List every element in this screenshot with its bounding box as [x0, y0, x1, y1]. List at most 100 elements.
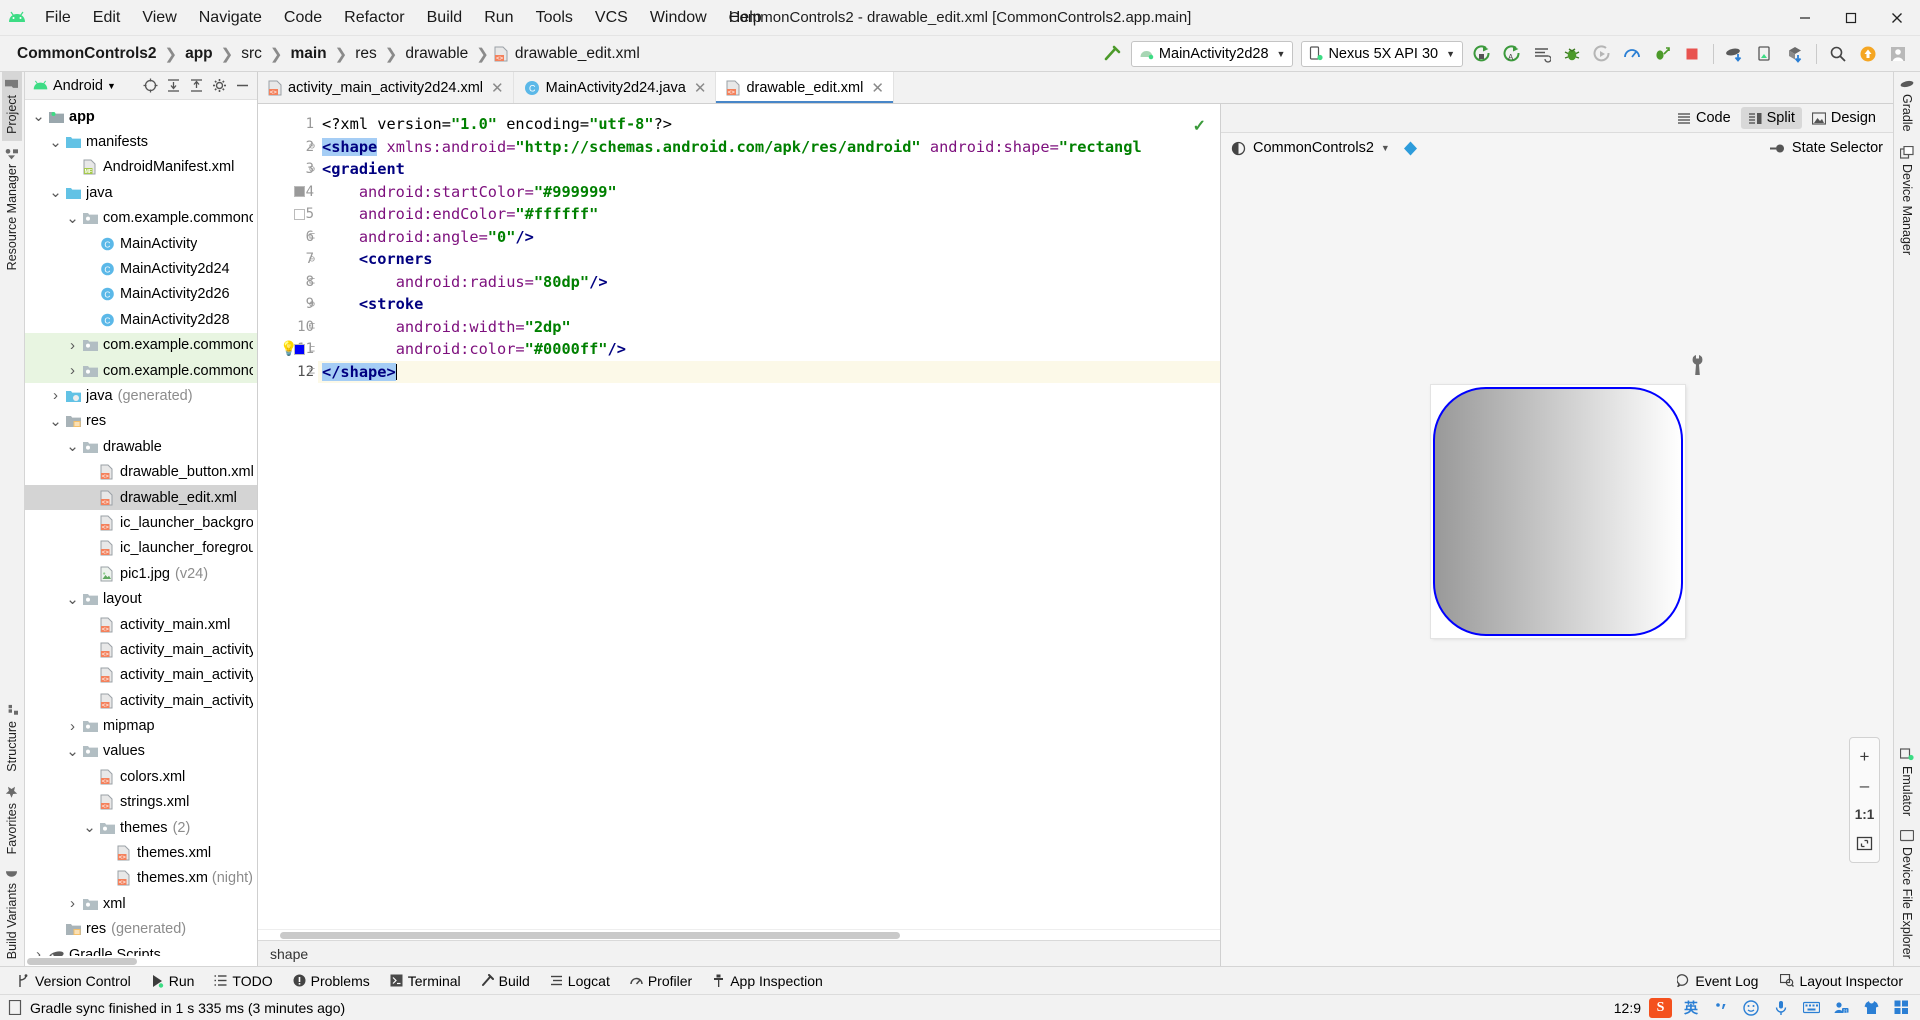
close-button[interactable] — [1874, 0, 1920, 36]
close-icon[interactable]: ✕ — [871, 79, 884, 97]
tool-version-control[interactable]: Version Control — [8, 970, 140, 992]
tree-item-ic-launcher-foreground-xml[interactable]: <> ic_launcher_foreground.xml — [25, 536, 257, 561]
tool-event-log[interactable]: Event Log — [1668, 970, 1767, 992]
line-number[interactable]: 11 ⊏ 💡 — [258, 338, 318, 361]
chevron-down-icon[interactable]: ⌄ — [48, 185, 63, 200]
tool-layout-inspector[interactable]: Layout Inspector — [1771, 970, 1912, 992]
sidebar-item-device-file-explorer[interactable]: Device File Explorer — [1897, 823, 1917, 966]
tree-item-drawable[interactable]: ⌄ drawable — [25, 434, 257, 459]
sidebar-item-emulator[interactable]: Emulator — [1897, 741, 1917, 823]
fold-region-icon[interactable]: ⊏ — [307, 226, 317, 249]
line-number[interactable]: 4 — [258, 181, 318, 204]
line-number[interactable]: 9 ⊖ — [258, 293, 318, 316]
update-icon[interactable] — [1854, 40, 1882, 68]
run-anything-icon[interactable]: A — [1498, 40, 1526, 68]
line-number-gutter[interactable]: 1 2 ⊖ 3 ⊖ 4 5 6 ⊏ 7 ⊖ 8 ⊏ 9 ⊖ 10 ⊏ 11 ⊏ 💡 12 ⊏ — [258, 104, 318, 929]
tool-build[interactable]: Build — [472, 970, 539, 992]
drawable-preview-frame[interactable] — [1431, 385, 1685, 638]
target-icon[interactable] — [139, 75, 161, 97]
fold-region-icon[interactable]: ⊏ — [307, 271, 317, 294]
breadcrumb-project[interactable]: CommonControls2 — [14, 44, 160, 64]
account-icon[interactable] — [1884, 40, 1912, 68]
profiler-icon[interactable] — [1618, 40, 1646, 68]
line-number[interactable]: 8 ⊏ — [258, 271, 318, 294]
apps-icon[interactable] — [1890, 998, 1912, 1018]
maximize-button[interactable] — [1828, 0, 1874, 36]
color-swatch-gutter-icon[interactable] — [294, 186, 305, 198]
project-view-selector[interactable]: Android ▼ — [29, 78, 119, 94]
chevron-right-icon[interactable]: › — [48, 387, 63, 404]
chevron-down-icon[interactable]: ⌄ — [82, 820, 97, 835]
minimize-button[interactable] — [1782, 0, 1828, 36]
tree-item-res[interactable]: res (generated) — [25, 917, 257, 942]
design-surface-icon[interactable] — [1402, 140, 1419, 157]
line-number[interactable]: 5 — [258, 203, 318, 226]
chevron-down-icon[interactable]: ⌄ — [48, 414, 63, 429]
close-icon[interactable]: ✕ — [491, 79, 504, 97]
sync-gradle-icon[interactable] — [1721, 40, 1749, 68]
tab-mainactivity2d24-java[interactable]: C MainActivity2d24.java ✕ — [513, 72, 717, 103]
breadcrumb-file[interactable]: drawable_edit.xml — [512, 44, 643, 64]
wrench-icon[interactable] — [1691, 355, 1707, 375]
fold-collapse-icon[interactable]: ⊖ — [307, 136, 317, 159]
preview-canvas[interactable]: + – 1:1 — [1221, 163, 1893, 966]
tree-item-activity-main-activity2d24-xml[interactable]: <> activity_main_activity2d24.xml — [25, 637, 257, 662]
tree-item-themes-xml[interactable]: <> themes.xml — [25, 840, 257, 865]
apply-code-changes-icon[interactable] — [1648, 40, 1676, 68]
gear-icon[interactable] — [208, 75, 230, 97]
chevron-down-icon[interactable]: ▼ — [1381, 143, 1390, 153]
punctuation-icon[interactable] — [1710, 998, 1732, 1018]
code-line[interactable]: </shape> — [318, 360, 1220, 383]
code-line[interactable]: <corners — [318, 248, 1220, 271]
chevron-down-icon[interactable]: ⌄ — [65, 211, 80, 226]
tool-run[interactable]: Run — [142, 970, 204, 992]
fold-collapse-icon[interactable]: ⊖ — [307, 293, 317, 316]
menu-navigate[interactable]: Navigate — [188, 5, 273, 31]
zoom-out-button[interactable]: – — [1850, 771, 1879, 800]
tree-item-themes-xml[interactable]: <> themes.xml (night) — [25, 866, 257, 891]
code-line[interactable]: <shape xmlns:android="http://schemas.and… — [318, 136, 1220, 159]
code-line[interactable]: android:angle="0"/> — [318, 226, 1220, 249]
fold-collapse-icon[interactable]: ⊖ — [307, 248, 317, 271]
tab-drawable-edit-xml[interactable]: <> drawable_edit.xml ✕ — [716, 72, 894, 103]
color-swatch-gutter-icon[interactable] — [294, 208, 305, 220]
line-number[interactable]: 7 ⊖ — [258, 248, 318, 271]
keyboard-icon[interactable] — [1800, 998, 1822, 1018]
chevron-down-icon[interactable]: ⌄ — [48, 135, 63, 150]
run-icon[interactable] — [1468, 40, 1496, 68]
apply-changes-icon[interactable] — [1528, 40, 1556, 68]
menu-help[interactable]: Help — [718, 5, 773, 31]
expand-all-icon[interactable] — [162, 75, 184, 97]
code-line[interactable]: android:width="2dp" — [318, 316, 1220, 339]
tool-terminal[interactable]: Terminal — [381, 970, 470, 992]
sdk-manager-icon[interactable] — [1781, 40, 1809, 68]
code-line[interactable]: android:startColor="#999999" — [318, 181, 1220, 204]
line-number[interactable]: 12 ⊏ — [258, 361, 318, 384]
tree-item-mainactivity[interactable]: C MainActivity — [25, 231, 257, 256]
code-hscrollbar[interactable] — [258, 929, 1220, 940]
code-line[interactable]: <stroke — [318, 293, 1220, 316]
code-line[interactable]: <?xml version="1.0" encoding="utf-8"?> — [318, 113, 1220, 136]
code-line[interactable]: android:endColor="#ffffff" — [318, 203, 1220, 226]
tool-problems[interactable]: Problems — [284, 970, 379, 992]
tool-todo[interactable]: TODO — [205, 970, 281, 992]
chevron-right-icon[interactable]: › — [65, 337, 80, 354]
tree-item-manifests[interactable]: ⌄ manifests — [25, 129, 257, 154]
menu-code[interactable]: Code — [273, 5, 333, 31]
collapse-all-icon[interactable] — [185, 75, 207, 97]
menu-build[interactable]: Build — [416, 5, 474, 31]
code-line[interactable]: android:color="#0000ff"/> — [318, 338, 1220, 361]
breadcrumb-app[interactable]: app — [182, 44, 216, 64]
hide-panel-icon[interactable] — [231, 75, 253, 97]
sogou-icon[interactable]: S — [1649, 997, 1672, 1018]
code-editor-body[interactable]: 1 2 ⊖ 3 ⊖ 4 5 6 ⊏ 7 ⊖ 8 ⊏ 9 ⊖ 10 ⊏ 11 ⊏ 💡 12 ⊏ <?xml version=… — [258, 104, 1220, 929]
tree-item-colors-xml[interactable]: <> colors.xml — [25, 764, 257, 789]
sidebar-item-device-manager[interactable]: Device Manager — [1897, 139, 1917, 262]
menu-refactor[interactable]: Refactor — [333, 5, 415, 31]
code-line[interactable]: android:radius="80dp"/> — [318, 271, 1220, 294]
intention-bulb-icon[interactable]: 💡 — [280, 341, 297, 357]
tree-item-gradle-scripts[interactable]: › Gradle Scripts — [25, 942, 257, 956]
menu-edit[interactable]: Edit — [82, 5, 132, 31]
tree-item-drawable-edit-xml[interactable]: <> drawable_edit.xml — [25, 484, 257, 511]
line-number[interactable]: 2 ⊖ — [258, 136, 318, 159]
